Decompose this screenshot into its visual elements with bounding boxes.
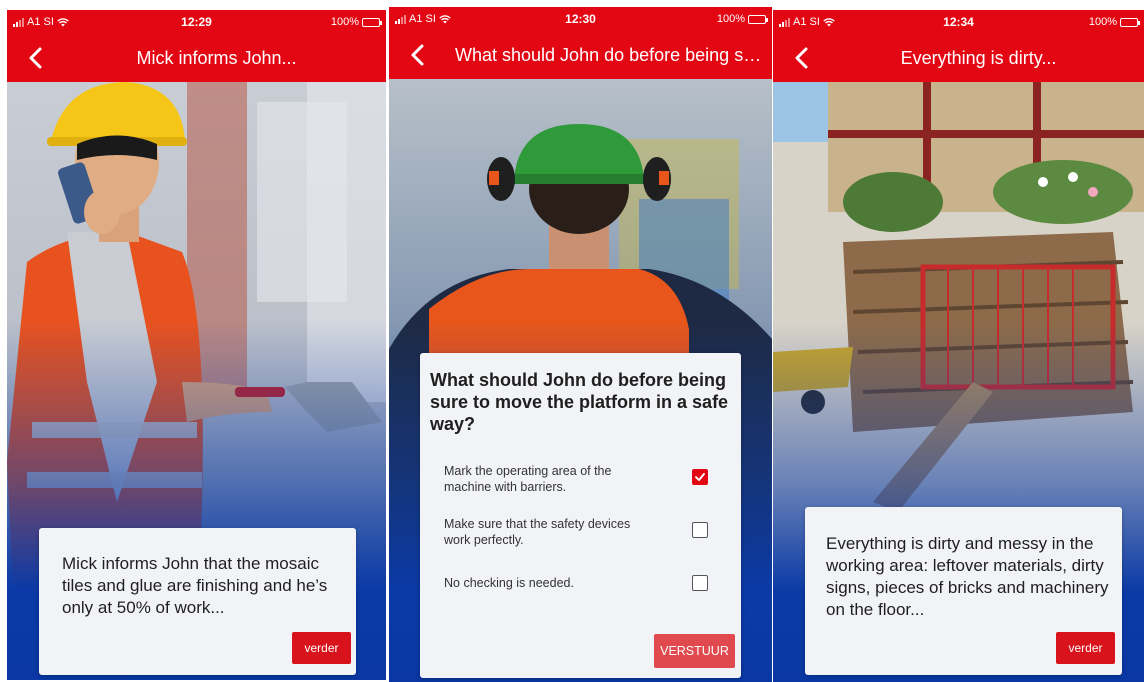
battery-info: 100% [716, 13, 768, 25]
status-bar: A1 SI 12:30 100% [389, 7, 772, 31]
option-label: Mark the operating area of the machine w… [444, 464, 612, 494]
battery-percent: 100% [1088, 16, 1117, 28]
checkbox-unchecked[interactable] [692, 575, 708, 591]
nav-bar: Everything is dirty... [773, 34, 1144, 82]
nav-bar: Mick informs John... [7, 34, 386, 82]
nav-bar: What should John do before being su... [389, 31, 772, 79]
message-text: Mick informs John that the mosaic tiles … [62, 554, 328, 617]
battery-icon [1120, 17, 1140, 27]
page-title: Everything is dirty... [900, 47, 1057, 68]
checkbox-checked[interactable] [692, 469, 708, 485]
screenshot-collage: A1 SI 12:29 100% Mick informs John... Mi… [0, 0, 1144, 682]
status-bar: A1 SI 12:34 100% [773, 10, 1144, 34]
phone-screen-3: A1 SI 12:34 100% Everything is dirty... [773, 10, 1144, 682]
battery-percent: 100% [330, 16, 359, 28]
verstuur-button[interactable]: VERSTUUR [654, 634, 735, 668]
verder-button[interactable]: verder [1056, 632, 1115, 664]
message-card: Everything is dirty and messy in the wor… [805, 507, 1122, 675]
back-chevron-icon[interactable] [23, 44, 49, 72]
battery-icon [748, 14, 768, 24]
checkbox-unchecked[interactable] [692, 522, 708, 538]
battery-info: 100% [1088, 16, 1140, 28]
battery-icon [362, 17, 382, 27]
verder-button[interactable]: verder [292, 632, 351, 664]
quiz-card: What should John do before being sure to… [420, 353, 741, 678]
status-bar: A1 SI 12:29 100% [7, 10, 386, 34]
status-time: 12:29 [181, 15, 212, 29]
quiz-question: What should John do before being sure to… [430, 370, 729, 434]
battery-percent: 100% [716, 13, 745, 25]
phone-screen-1: A1 SI 12:29 100% Mick informs John... Mi… [7, 10, 386, 680]
page-title: What should John do before being su... [455, 44, 762, 65]
quiz-option-3[interactable]: No checking is needed. [444, 575, 744, 611]
page-title: Mick informs John... [136, 47, 297, 68]
status-time: 12:30 [565, 12, 596, 26]
phone-screen-2: A1 SI 12:30 100% What should John do bef… [389, 7, 772, 682]
back-chevron-icon[interactable] [405, 41, 431, 69]
option-label: Make sure that the safety devices work p… [444, 517, 631, 547]
option-label: No checking is needed. [444, 576, 574, 590]
checkmark-icon [695, 473, 705, 481]
quiz-option-1[interactable]: Mark the operating area of the machine w… [444, 463, 744, 499]
battery-info: 100% [330, 16, 382, 28]
message-text: Everything is dirty and messy in the wor… [826, 534, 1109, 619]
quiz-option-2[interactable]: Make sure that the safety devices work p… [444, 516, 744, 552]
message-card: Mick informs John that the mosaic tiles … [39, 528, 356, 675]
back-chevron-icon[interactable] [789, 44, 815, 72]
